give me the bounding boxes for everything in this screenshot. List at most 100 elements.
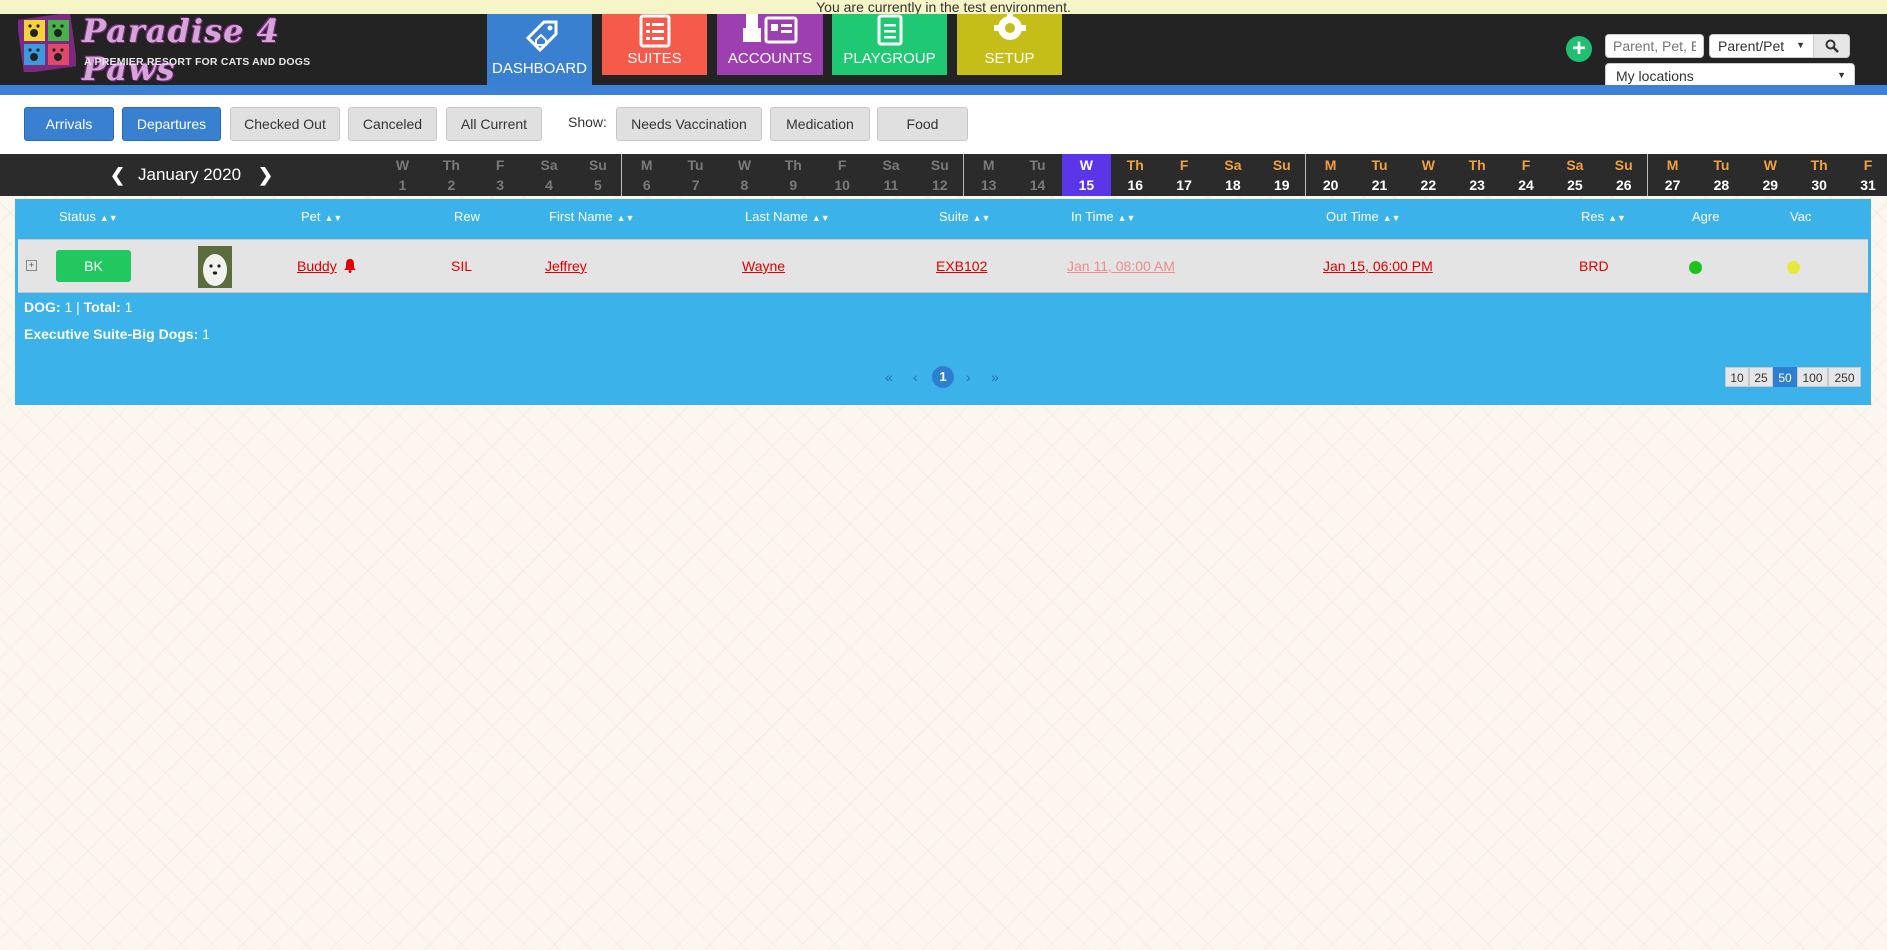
calendar-day[interactable]: W8 xyxy=(720,154,769,196)
pager-current-page[interactable]: 1 xyxy=(932,366,954,388)
calendar-day[interactable]: M6 xyxy=(622,154,671,196)
header-suite[interactable]: Suite ▲▼ xyxy=(939,209,990,224)
calendar-day[interactable]: W 22 xyxy=(1404,154,1453,196)
logo[interactable]: Paradise 4 Paws A PREMIER RESORT FOR CAT… xyxy=(18,12,323,88)
all-current-button[interactable]: All Current xyxy=(446,107,542,141)
calendar-day[interactable]: Sa 11 xyxy=(867,154,916,196)
calendar-day[interactable]: F 17 xyxy=(1160,154,1209,196)
calendar-day[interactable]: F 24 xyxy=(1502,154,1551,196)
nav-suites[interactable]: SUITES xyxy=(602,14,707,75)
status-badge[interactable]: BK xyxy=(56,250,131,282)
pager-prev[interactable]: ‹ xyxy=(913,369,918,385)
calendar-day-number: 15 xyxy=(1078,177,1095,193)
departures-button[interactable]: Departures xyxy=(122,107,221,141)
calendar-day-name: Su xyxy=(1614,157,1633,173)
suite-link[interactable]: EXB102 xyxy=(936,258,987,274)
search-type-select[interactable]: Parent/Pet ▼ xyxy=(1709,34,1814,58)
header-res[interactable]: Res ▲▼ xyxy=(1581,209,1626,224)
calendar-day[interactable]: Sa 25 xyxy=(1550,154,1599,196)
calendar-day[interactable]: Tu 28 xyxy=(1697,154,1746,196)
calendar-day[interactable]: Su 12 xyxy=(915,154,964,196)
header-last-name[interactable]: Last Name ▲▼ xyxy=(745,209,830,224)
calendar-day-name: M xyxy=(1324,157,1337,173)
show-label: Show: xyxy=(568,114,607,130)
caret-down-icon: ▼ xyxy=(1796,40,1805,50)
calendar-day[interactable]: Sa 18 xyxy=(1208,154,1257,196)
calendar-day[interactable]: Th 9 xyxy=(769,154,818,196)
calendar-day[interactable]: Tu 14 xyxy=(1013,154,1062,196)
nav-setup[interactable]: SETUP xyxy=(957,14,1062,75)
pager-last[interactable]: » xyxy=(991,369,999,385)
calendar-day-name: F xyxy=(1179,157,1189,173)
page-size-option[interactable]: 25 xyxy=(1749,367,1773,387)
test-environment-banner: You are currently in the test environmen… xyxy=(0,0,1887,14)
calendar-day-number: 21 xyxy=(1371,177,1388,193)
nav-accounts[interactable]: ACCOUNTS xyxy=(717,14,823,75)
calendar-day[interactable]: Th 23 xyxy=(1453,154,1502,196)
calendar-day-number: 27 xyxy=(1664,177,1681,193)
in-time-link[interactable]: Jan 11, 08:00 AM xyxy=(1067,258,1175,274)
page-size-option[interactable]: 100 xyxy=(1797,367,1828,387)
calendar-day[interactable]: Sa 4 xyxy=(525,154,574,196)
search-button[interactable] xyxy=(1813,34,1850,58)
search-input[interactable] xyxy=(1605,34,1704,58)
calendar-day[interactable]: Tu 7 xyxy=(671,154,720,196)
table-row[interactable]: + BK Buddy SIL Jeffrey Wayne EXB102 Jan … xyxy=(18,239,1868,293)
calendar-day-number: 16 xyxy=(1127,177,1144,193)
calendar-day[interactable]: M 20 xyxy=(1306,154,1355,196)
calendar-day-number: 25 xyxy=(1567,177,1583,193)
pet-photo[interactable] xyxy=(198,246,232,288)
bell-alert-icon[interactable] xyxy=(343,258,357,273)
calendar-day[interactable]: Su 5 xyxy=(573,154,622,196)
calendar-day[interactable]: Tu 21 xyxy=(1355,154,1404,196)
header-first-name[interactable]: First Name ▲▼ xyxy=(549,209,634,224)
calendar-day[interactable]: Th 16 xyxy=(1111,154,1160,196)
pager-first[interactable]: « xyxy=(885,369,893,385)
document-icon xyxy=(877,14,902,46)
header-status[interactable]: Status ▲▼ xyxy=(59,209,118,224)
calendar-day[interactable]: W 15 xyxy=(1061,154,1111,196)
header-accent-stripe xyxy=(0,85,1887,95)
header-out-time-label: Out Time xyxy=(1326,209,1379,224)
calendar-day[interactable]: Su 26 xyxy=(1599,154,1648,196)
calendar-day[interactable]: M 27 xyxy=(1648,154,1697,196)
calendar-day[interactable]: W1 xyxy=(378,154,427,196)
calendar-day[interactable]: F 31 xyxy=(1844,154,1887,196)
calendar-day[interactable]: F 10 xyxy=(818,154,867,196)
out-time-link[interactable]: Jan 15, 06:00 PM xyxy=(1323,258,1433,274)
header-pet-label: Pet xyxy=(301,209,321,224)
calendar-day[interactable]: Su 19 xyxy=(1257,154,1306,196)
agreement-status-dot xyxy=(1689,261,1702,274)
canceled-button[interactable]: Canceled xyxy=(348,107,437,141)
medication-button[interactable]: Medication xyxy=(770,107,870,141)
page-size-option[interactable]: 250 xyxy=(1828,367,1861,387)
calendar-day-name: M xyxy=(640,157,653,173)
calendar-day[interactable]: F3 xyxy=(476,154,525,196)
calendar-day[interactable]: M 13 xyxy=(964,154,1013,196)
page-size-option[interactable]: 50 xyxy=(1773,367,1797,387)
page-size-option[interactable]: 10 xyxy=(1725,367,1749,387)
header-out-time[interactable]: Out Time ▲▼ xyxy=(1326,209,1401,224)
arrivals-button[interactable]: Arrivals xyxy=(24,107,114,141)
nav-dashboard[interactable]: DASHBOARD xyxy=(487,14,592,85)
calendar-day[interactable]: W 29 xyxy=(1746,154,1795,196)
calendar-day[interactable]: Th 2 xyxy=(427,154,476,196)
first-name-link[interactable]: Jeffrey xyxy=(545,258,587,274)
header-in-time[interactable]: In Time ▲▼ xyxy=(1071,209,1135,224)
header-pet[interactable]: Pet ▲▼ xyxy=(301,209,342,224)
suite-summary: Executive Suite-Big Dogs: 1 xyxy=(24,326,210,342)
chevron-left-icon[interactable]: ❮ xyxy=(110,165,125,186)
sort-icon: ▲▼ xyxy=(811,213,830,223)
checked-out-button[interactable]: Checked Out xyxy=(230,107,340,141)
chevron-right-icon[interactable]: ❯ xyxy=(258,165,273,186)
food-button[interactable]: Food xyxy=(877,107,968,141)
expand-plus-icon[interactable]: + xyxy=(26,260,37,271)
add-plus-button[interactable]: + xyxy=(1566,36,1592,62)
last-name-link[interactable]: Wayne xyxy=(742,258,785,274)
needs-vaccination-button[interactable]: Needs Vaccination xyxy=(616,107,762,141)
calendar-day[interactable]: Th 30 xyxy=(1795,154,1844,196)
pet-name-link[interactable]: Buddy xyxy=(297,258,337,274)
pager-next[interactable]: › xyxy=(966,369,971,385)
nav-playgroup[interactable]: PLAYGROUP xyxy=(832,14,947,75)
calendar-day-number: 3 xyxy=(496,177,505,193)
